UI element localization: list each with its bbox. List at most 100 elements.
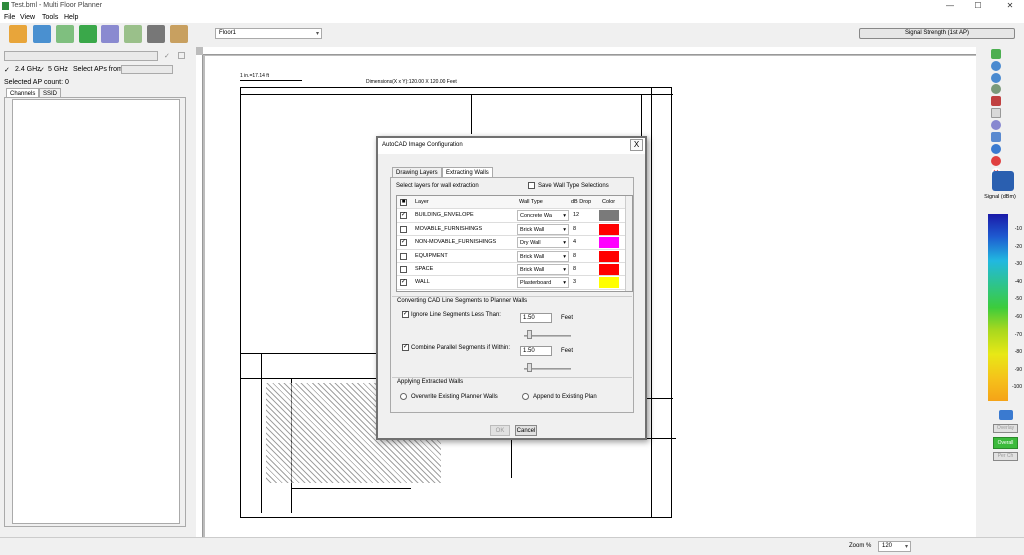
wall-type-select[interactable]: Plasterboard ▾ bbox=[517, 277, 569, 289]
ok-button[interactable]: OK bbox=[490, 425, 510, 436]
db-drop-value: 4 bbox=[573, 239, 577, 246]
band-24-checkbox[interactable]: ✓ bbox=[4, 66, 10, 74]
layer-checkbox[interactable]: ✓ bbox=[400, 212, 407, 220]
wall-type-select[interactable]: Concrete Wa ▾ bbox=[517, 210, 569, 222]
clear-icon[interactable] bbox=[178, 52, 185, 59]
band-5-checkbox[interactable]: ✓ bbox=[39, 66, 45, 74]
signal-legend-title: Signal (dBm) bbox=[984, 194, 1016, 200]
app-icon bbox=[2, 2, 9, 10]
ignore-segments-checkbox[interactable]: ✓ bbox=[402, 311, 409, 318]
zoom-in-icon[interactable] bbox=[991, 61, 1001, 71]
circle-icon[interactable] bbox=[991, 120, 1001, 130]
ruler-icon[interactable] bbox=[991, 96, 1001, 106]
append-radio[interactable] bbox=[522, 393, 529, 400]
layer-checkbox[interactable]: ✓ bbox=[400, 239, 407, 247]
signal-icon[interactable] bbox=[992, 171, 1014, 191]
legend-label: -80 bbox=[1014, 349, 1022, 356]
db-drop-value: 8 bbox=[573, 252, 577, 259]
wall-type-select[interactable]: Brick Wall ▾ bbox=[517, 264, 569, 275]
minimize-button[interactable]: — bbox=[940, 1, 960, 12]
ignore-segments-input[interactable]: 1.50 bbox=[520, 313, 552, 323]
combine-segments-input[interactable]: 1.50 bbox=[520, 346, 552, 356]
check-icon[interactable]: ✓ bbox=[164, 52, 170, 60]
table-row[interactable]: DIMENSIONS bbox=[397, 290, 625, 291]
open-folder-icon[interactable] bbox=[9, 25, 27, 43]
zoom-fit-icon[interactable] bbox=[991, 49, 1001, 59]
layer-checkbox[interactable] bbox=[400, 225, 407, 233]
add-ap-icon[interactable] bbox=[991, 144, 1001, 154]
dialog-close-button[interactable]: X bbox=[630, 139, 643, 151]
close-window-button[interactable]: ✕ bbox=[1000, 1, 1020, 12]
chevron-down-icon: ▾ bbox=[563, 253, 566, 260]
select-aps-dropdown[interactable] bbox=[121, 65, 173, 74]
ap-filter-select[interactable] bbox=[4, 51, 158, 61]
print-icon[interactable] bbox=[147, 25, 165, 43]
table-row[interactable]: SPACE Brick Wall ▾ 8 bbox=[397, 263, 625, 277]
signal-mode-button[interactable]: Signal Strength (1st AP) bbox=[859, 28, 1015, 39]
cancel-button[interactable]: Cancel bbox=[515, 425, 537, 436]
menu-file[interactable]: File bbox=[4, 14, 15, 21]
per-channel-button[interactable]: Per Ch bbox=[993, 452, 1018, 461]
color-swatch[interactable] bbox=[599, 264, 619, 275]
overwrite-radio[interactable] bbox=[400, 393, 407, 400]
zoom-out-icon[interactable] bbox=[991, 73, 1001, 83]
copy-icon[interactable] bbox=[991, 132, 1001, 142]
color-swatch[interactable] bbox=[599, 250, 619, 262]
color-swatch[interactable] bbox=[599, 210, 619, 222]
measure-icon[interactable] bbox=[991, 84, 1001, 94]
color-swatch[interactable] bbox=[599, 277, 619, 289]
ignore-slider-handle[interactable] bbox=[527, 330, 532, 339]
maximize-button[interactable]: ☐ bbox=[968, 1, 988, 12]
arrow-up-icon[interactable] bbox=[999, 410, 1013, 420]
table-row[interactable]: ✓ NON-MOVABLE_FURNISHINGS Dry Wall ▾ 4 bbox=[397, 236, 625, 250]
layer-name: MOVABLE_FURNISHINGS bbox=[415, 225, 483, 232]
floor-select[interactable]: Floor1 ▾ bbox=[215, 28, 322, 39]
color-swatch[interactable] bbox=[599, 237, 619, 249]
3d-cube-icon[interactable] bbox=[33, 25, 51, 43]
layer-name: SPACE bbox=[415, 266, 434, 272]
magic-wand-icon[interactable] bbox=[101, 25, 119, 43]
overall-button[interactable]: Overall bbox=[993, 437, 1018, 449]
signal-legend-bar bbox=[988, 214, 1008, 401]
rectangle-icon[interactable] bbox=[991, 108, 1001, 118]
table-scrollbar[interactable] bbox=[625, 196, 632, 291]
db-drop-value: 3 bbox=[573, 279, 577, 286]
floor-map-icon[interactable] bbox=[56, 25, 74, 43]
color-swatch[interactable] bbox=[599, 290, 619, 291]
ruler-top bbox=[203, 47, 976, 55]
table-row[interactable]: EQUIPMENT Brick Wall ▾ 8 bbox=[397, 250, 625, 263]
zoom-label: Zoom % bbox=[849, 543, 872, 549]
combine-segments-label: Combine Parallel Segments if Within: bbox=[411, 345, 511, 351]
table-row[interactable]: ✓ BUILDING_ENVELOPE Concrete Wa ▾ 12 bbox=[397, 209, 625, 223]
color-swatch[interactable] bbox=[599, 223, 619, 235]
wall-type-select[interactable]: Brick Wall ▾ bbox=[517, 223, 569, 235]
wall-type-value: Plasterboard bbox=[520, 280, 552, 287]
grid-table-icon[interactable] bbox=[79, 25, 97, 43]
menu-view[interactable]: View bbox=[20, 14, 35, 21]
combine-segments-checkbox[interactable]: ✓ bbox=[402, 344, 409, 351]
table-row[interactable]: MOVABLE_FURNISHINGS Brick Wall ▾ 8 bbox=[397, 223, 625, 237]
clipboard-icon[interactable] bbox=[170, 25, 188, 43]
legend-label: -60 bbox=[1014, 314, 1022, 320]
table-row[interactable]: ✓ WALL Plasterboard ▾ 3 bbox=[397, 276, 625, 290]
wall-type-select[interactable]: Dry Wall ▾ bbox=[517, 237, 569, 249]
column-header-color: Color bbox=[602, 199, 616, 205]
zoom-select[interactable]: 120 ▾ bbox=[878, 541, 911, 552]
select-all-checkbox[interactable]: ■ bbox=[400, 199, 407, 206]
layer-checkbox[interactable] bbox=[400, 252, 407, 260]
channel-list[interactable] bbox=[12, 99, 180, 524]
overlay-button[interactable]: Overlay bbox=[993, 424, 1018, 433]
band-24-label: 2.4 GHz bbox=[15, 66, 41, 73]
save-wall-type-checkbox[interactable] bbox=[528, 182, 535, 189]
export-icon[interactable] bbox=[124, 25, 142, 43]
combine-slider-handle[interactable] bbox=[527, 363, 532, 372]
layer-checkbox[interactable] bbox=[400, 266, 407, 273]
wall-type-value: Dry Wall bbox=[520, 240, 541, 247]
wall-type-select[interactable]: Brick Wall ▾ bbox=[517, 250, 569, 262]
menu-help[interactable]: Help bbox=[64, 14, 78, 21]
wall-type-value: Concrete Wa bbox=[520, 213, 552, 220]
band-5-label: 5 GHz bbox=[48, 66, 68, 73]
layer-checkbox[interactable]: ✓ bbox=[400, 279, 407, 287]
remove-icon[interactable] bbox=[991, 156, 1001, 166]
menu-tools[interactable]: Tools bbox=[42, 14, 58, 21]
